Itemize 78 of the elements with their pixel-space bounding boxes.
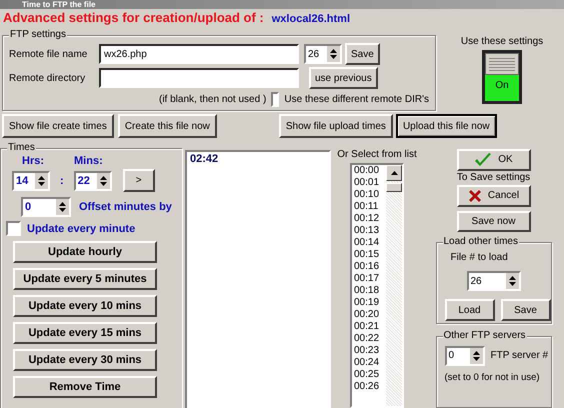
time-list-item[interactable]: 00:23 (354, 345, 386, 357)
checkbox[interactable] (6, 221, 21, 236)
time-list-item[interactable]: 00:00 (354, 165, 386, 177)
offset-spinner[interactable]: 0 (21, 197, 71, 217)
minutes-label: Mins: (74, 155, 103, 167)
time-list-item[interactable]: 00:25 (354, 369, 386, 381)
scroll-thumb[interactable] (386, 183, 402, 192)
save-note: To Save settings (456, 172, 530, 183)
save-now-button[interactable]: Save now (456, 210, 530, 232)
use-settings-label: Use these settings (460, 36, 544, 47)
update-button[interactable]: Update every 30 mins (13, 349, 157, 371)
time-separator: : (60, 174, 64, 186)
load-button[interactable]: Load (444, 299, 494, 322)
update-button[interactable]: Update hourly (13, 241, 157, 263)
add-time-button[interactable]: > (122, 169, 155, 192)
time-list-item[interactable]: 00:14 (354, 237, 386, 249)
action-button[interactable]: Show file upload times (278, 114, 393, 138)
time-list-item[interactable]: 00:11 (354, 201, 386, 213)
file-number-spinner[interactable]: 26 (304, 44, 342, 64)
update-button[interactable]: Update every 5 minutes (13, 268, 157, 290)
group-legend: Load other times (442, 236, 519, 248)
heading-filename: wxlocal26.html (272, 13, 350, 25)
time-list-item[interactable]: 00:16 (354, 261, 386, 273)
time-list-item[interactable]: 00:15 (354, 249, 386, 261)
time-list-item[interactable]: 00:13 (354, 225, 386, 237)
remote-file-field[interactable]: wx26.php (99, 44, 299, 64)
action-button[interactable]: Upload this file now (396, 114, 497, 138)
time-list-item[interactable]: 00:10 (354, 189, 386, 201)
group-legend: FTP settings (9, 29, 67, 40)
ok-button[interactable]: OK (456, 149, 530, 171)
group-legend: Times (7, 142, 36, 153)
checkbox-label: Use these different remote DIR's (284, 94, 429, 104)
field-label: Remote file name (9, 48, 88, 60)
time-list-item[interactable]: 00:22 (354, 333, 386, 345)
scroll-up-icon[interactable] (386, 165, 402, 181)
time-list-item[interactable]: 00:24 (354, 357, 386, 369)
time-list-item[interactable]: 00:20 (354, 309, 386, 321)
update-button[interactable]: Remove Time (13, 376, 157, 398)
file-number-label: File # to load (450, 252, 508, 264)
times-text-area[interactable]: 02:42 (185, 150, 331, 408)
ftp-server-spinner[interactable]: 0 (444, 346, 484, 366)
group-legend: Other FTP servers (442, 330, 527, 341)
time-list-item[interactable]: 00:17 (354, 273, 386, 285)
scrollbar[interactable] (386, 165, 402, 406)
checkbox[interactable] (271, 92, 280, 106)
save-button[interactable]: Save (500, 299, 550, 322)
remote-directory-field[interactable] (99, 68, 299, 88)
window-title: Time to FTP the file (22, 0, 96, 9)
hours-label: Hrs: (22, 155, 44, 167)
cancel-button[interactable]: Cancel (456, 184, 530, 207)
file-number-spinner[interactable]: 26 (466, 271, 520, 292)
time-list-item[interactable]: 00:26 (354, 381, 386, 393)
offset-label: Offset minutes by (79, 201, 172, 213)
hours-spinner[interactable]: 14 (12, 170, 50, 190)
use-previous-button[interactable]: use previous (309, 67, 378, 89)
time-list-item[interactable]: 00:12 (354, 213, 386, 225)
time-list-item[interactable]: 00:18 (354, 285, 386, 297)
time-list-item[interactable]: 00:01 (354, 177, 386, 189)
time-list[interactable]: 00:00 00:01 00:10 00:11 00:12 00:13 00:14 00:15 00:16 00:17 00:18 00:19 00:20 00:21 00:22 00:23 00:24 00:25 00:26 (350, 163, 404, 408)
check-icon (474, 152, 492, 167)
ftp-server-label: FTP server # (490, 350, 548, 361)
minutes-spinner[interactable]: 22 (74, 170, 112, 190)
ftp-server-hint: (set to 0 for not in use) (444, 372, 541, 383)
checkbox-label: Update every minute (27, 222, 136, 234)
save-button[interactable]: Save (345, 43, 380, 65)
time-list-item[interactable]: 00:21 (354, 321, 386, 333)
heading-text: Advanced settings for creation/upload of : (3, 10, 264, 25)
update-button[interactable]: Update every 10 mins (13, 295, 157, 317)
field-label: Remote directory (9, 72, 86, 84)
select-list-label: Or Select from list (337, 149, 417, 160)
action-button[interactable]: Create this file now (118, 114, 217, 138)
update-button[interactable]: Update every 15 mins (13, 322, 157, 344)
hint-text: (if blank, then not used ) (159, 94, 266, 104)
time-list-item[interactable]: 00:19 (354, 297, 386, 309)
time-entry: 02:42 (190, 153, 218, 165)
x-icon (468, 188, 482, 203)
action-button[interactable]: Show file create times (2, 114, 114, 138)
toggle-switch[interactable]: On (482, 50, 522, 104)
